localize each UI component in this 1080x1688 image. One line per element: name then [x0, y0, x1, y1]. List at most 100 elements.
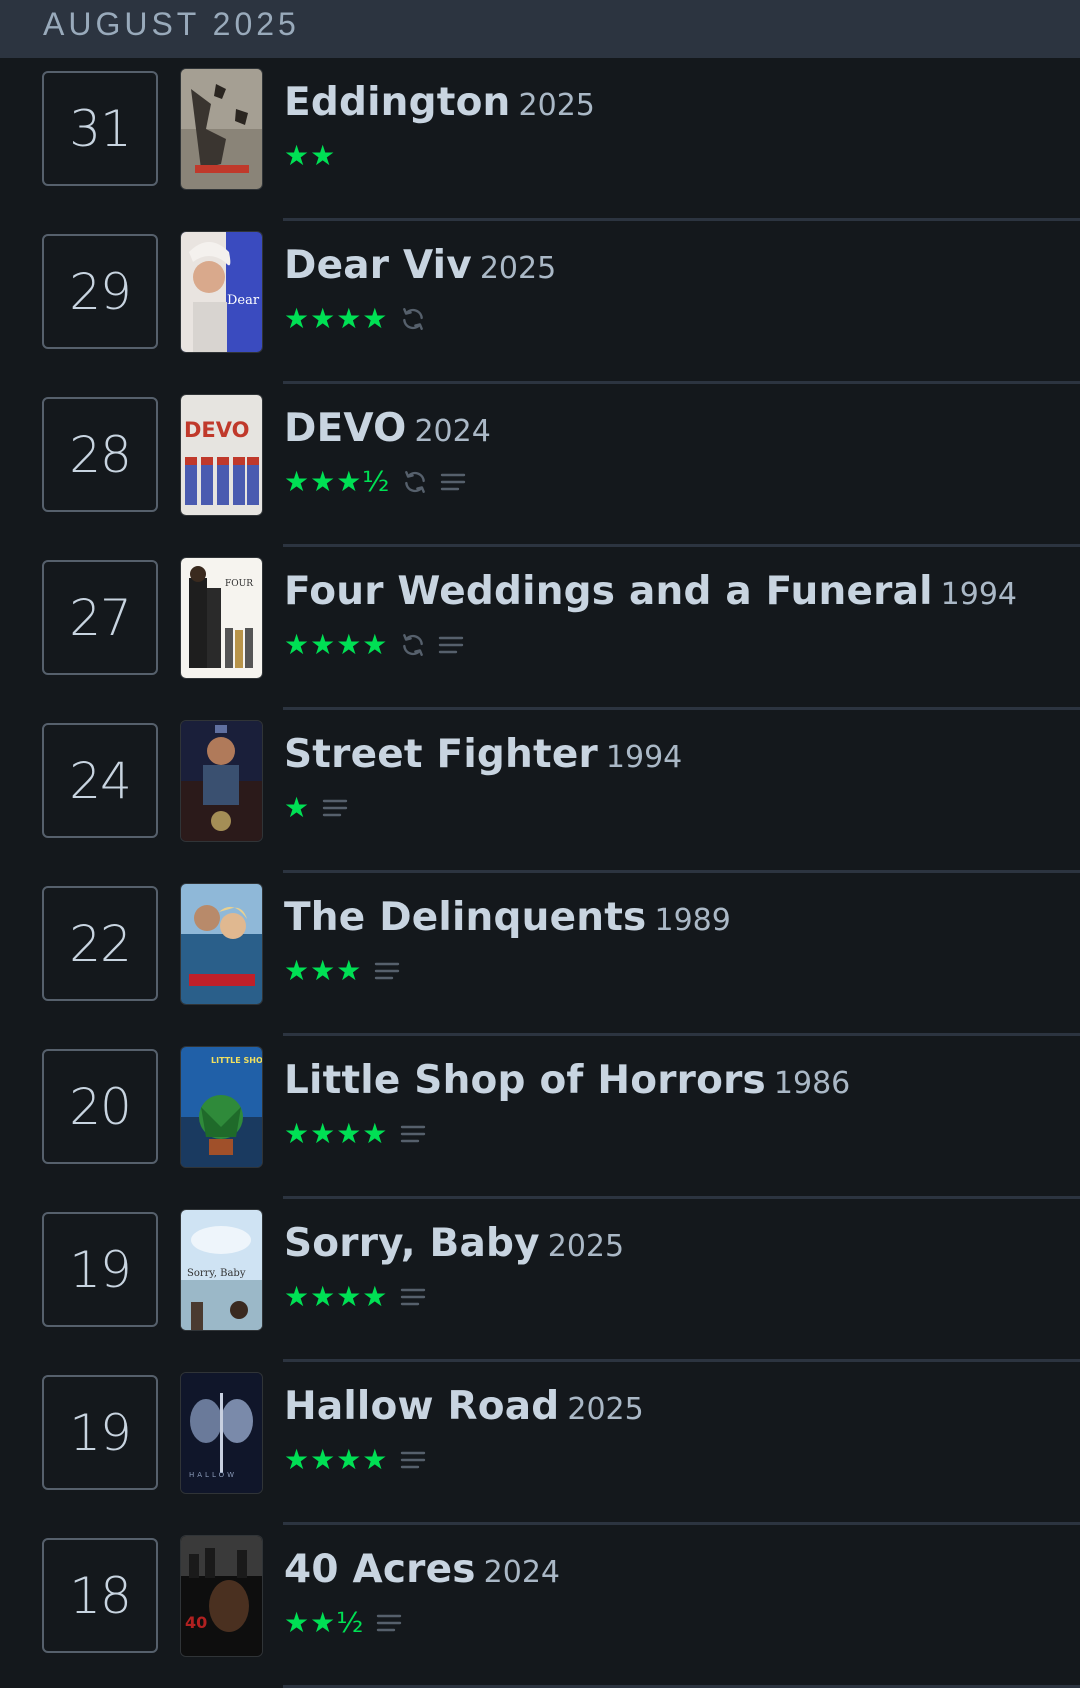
rating-stars: ★★★★: [284, 302, 389, 335]
poster-image: HALLOW: [181, 1373, 262, 1493]
review-icon[interactable]: [438, 635, 464, 655]
film-poster[interactable]: LITTLE SHOP: [181, 1047, 262, 1167]
day-link[interactable]: 28: [42, 397, 158, 512]
entry-meta: ★★★: [284, 954, 400, 988]
film-poster[interactable]: Sorry, Baby: [181, 1210, 262, 1330]
film-title-link[interactable]: Dear Viv: [284, 243, 472, 288]
review-icon[interactable]: [376, 1613, 402, 1633]
diary-entry[interactable]: 24 Street Fighter 1994 ★: [0, 710, 1080, 873]
film-year-link[interactable]: 1994: [941, 577, 1017, 612]
film-title-link[interactable]: Eddington: [284, 80, 511, 125]
poster-image: [181, 721, 262, 841]
rating-stars: ★★★★: [284, 1117, 389, 1150]
diary-entry[interactable]: 19 Sorry, Baby Sorry, Baby 2025 ★★★★: [0, 1199, 1080, 1362]
film-poster[interactable]: DEVO: [181, 395, 262, 515]
film-year-link[interactable]: 2025: [519, 88, 595, 123]
film-heading: 40 Acres 2024: [284, 1547, 560, 1592]
film-title-link[interactable]: DEVO: [284, 406, 406, 451]
film-year-link[interactable]: 2024: [484, 1555, 560, 1590]
diary-list: 31Eddington2025★★29Dear VivDear Viv2025★…: [0, 58, 1080, 1688]
entry-meta: ★★★½: [284, 465, 466, 499]
film-poster[interactable]: [181, 721, 262, 841]
diary-entry[interactable]: 31 Eddington 2025 ★★: [0, 58, 1080, 221]
film-poster[interactable]: [181, 884, 262, 1004]
film-year-link[interactable]: 2024: [414, 414, 490, 449]
poster-image: LITTLE SHOP: [181, 1047, 262, 1167]
review-icon[interactable]: [400, 1450, 426, 1470]
rewatch-icon: [400, 306, 426, 332]
film-heading: Hallow Road 2025: [284, 1384, 644, 1429]
entry-meta: ★: [284, 791, 348, 825]
film-year-link[interactable]: 1994: [606, 740, 682, 775]
film-heading: The Delinquents 1989: [284, 895, 731, 940]
review-icon[interactable]: [400, 1287, 426, 1307]
film-title-link[interactable]: Sorry, Baby: [284, 1221, 540, 1266]
day-link[interactable]: 31: [42, 71, 158, 186]
review-icon[interactable]: [400, 1124, 426, 1144]
poster-text: DEVO: [184, 418, 250, 442]
day-link[interactable]: 19: [42, 1212, 158, 1327]
entry-meta: ★★: [284, 139, 336, 173]
diary-entry[interactable]: 20 LITTLE SHOP Little Shop of Horrors1986 ★…: [0, 1036, 1080, 1199]
poster-image: DEVO: [181, 395, 262, 515]
rating-stars: ★: [284, 791, 311, 824]
diary-entry[interactable]: 19 HALLOW Hallow Road 2025 ★★★★: [0, 1362, 1080, 1525]
day-link[interactable]: 22: [42, 886, 158, 1001]
diary-entry[interactable]: 27 FOUR Four Weddings and a Funeral 1994 ★★★…: [0, 547, 1080, 710]
svg-text:LITTLE SHOP: LITTLE SHOP: [211, 1056, 262, 1065]
film-title-link[interactable]: Four Weddings and a Funeral: [284, 569, 933, 614]
film-poster[interactable]: HALLOW: [181, 1373, 262, 1493]
film-title-link[interactable]: Street Fighter: [284, 732, 598, 777]
diary-entry[interactable]: 29Dear VivDear Viv2025★★★★: [0, 221, 1080, 384]
film-heading: DEVO 2024: [284, 406, 491, 451]
film-year-link[interactable]: 2025: [548, 1229, 624, 1264]
entry-meta: ★★★★: [284, 1117, 426, 1151]
svg-text:40: 40: [185, 1613, 207, 1632]
month-header: AUGUST 2025: [0, 0, 1080, 58]
film-heading: Eddington 2025: [284, 80, 595, 125]
film-poster[interactable]: [181, 69, 262, 189]
diary-entry[interactable]: 28 DEVO DEVO 2024 ★★★½: [0, 384, 1080, 547]
entry-meta: ★★★★: [284, 1443, 426, 1477]
entry-meta: ★★½: [284, 1606, 402, 1640]
poster-text: Dear Viv: [227, 293, 262, 308]
film-heading: Dear Viv 2025: [284, 243, 556, 288]
film-title-link[interactable]: Little Shop of Horrors: [284, 1058, 766, 1103]
review-icon[interactable]: [440, 472, 466, 492]
rating-stars: ★★★: [284, 954, 363, 987]
diary-entry[interactable]: 22 The Delinquents 1989 ★★★: [0, 873, 1080, 1036]
film-heading: Little Shop of Horrors 1986: [284, 1058, 850, 1103]
day-link[interactable]: 18: [42, 1538, 158, 1653]
rating-stars: ★★★★: [284, 1280, 389, 1313]
entry-meta: ★★★★: [284, 628, 464, 662]
poster-image: FOUR: [181, 558, 262, 678]
film-heading: Street Fighter 1994: [284, 732, 682, 777]
film-year-link[interactable]: 1986: [774, 1066, 850, 1101]
film-poster[interactable]: Dear Viv: [181, 232, 262, 352]
day-link[interactable]: 20: [42, 1049, 158, 1164]
film-year-link[interactable]: 2025: [480, 251, 556, 286]
day-link[interactable]: 27: [42, 560, 158, 675]
rating-stars: ★★: [284, 139, 337, 172]
day-link[interactable]: 29: [42, 234, 158, 349]
film-year-link[interactable]: 1989: [654, 903, 730, 938]
entry-meta: ★★★★: [284, 1280, 426, 1314]
rating-stars: ★★★½: [284, 465, 391, 498]
rating-stars: ★★★★: [284, 1443, 389, 1476]
day-link[interactable]: 24: [42, 723, 158, 838]
rewatch-icon: [402, 469, 428, 495]
review-icon[interactable]: [374, 961, 400, 981]
film-poster[interactable]: 40: [181, 1536, 262, 1656]
svg-text:FOUR: FOUR: [225, 579, 253, 589]
film-poster[interactable]: FOUR: [181, 558, 262, 678]
film-title-link[interactable]: The Delinquents: [284, 895, 646, 940]
film-title-link[interactable]: Hallow Road: [284, 1384, 559, 1429]
day-link[interactable]: 19: [42, 1375, 158, 1490]
review-icon[interactable]: [322, 798, 348, 818]
diary-entry[interactable]: 18 40 40 Acres 2024 ★★½: [0, 1525, 1080, 1688]
rewatch-icon: [400, 632, 426, 658]
poster-image: [181, 884, 262, 1004]
film-title-link[interactable]: 40 Acres: [284, 1547, 476, 1592]
film-year-link[interactable]: 2025: [567, 1392, 643, 1427]
poster-image: Dear Viv: [181, 232, 262, 352]
